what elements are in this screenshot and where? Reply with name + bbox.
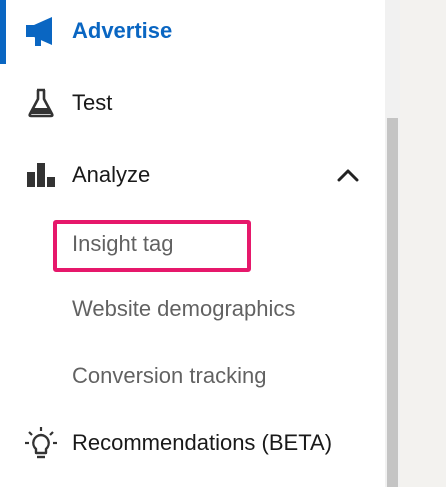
nav-label-analyze: Analyze — [72, 162, 151, 187]
chevron-up-icon[interactable] — [336, 163, 360, 187]
flask-icon — [24, 86, 58, 120]
nav-label-advertise: Advertise — [72, 18, 173, 43]
nav-label-test: Test — [72, 90, 113, 115]
subnav-item-website-demographics[interactable]: Website demographics — [0, 287, 385, 331]
app-frame: Advertise Test Analyze Insight tag Websi… — [0, 0, 446, 487]
subnav-label: Conversion tracking — [72, 363, 267, 388]
nav-label-recommendations: Recommendations (BETA) — [72, 430, 333, 455]
subnav-label: Website demographics — [72, 296, 296, 321]
lightbulb-icon — [24, 426, 58, 460]
nav-item-test[interactable]: Test — [0, 81, 385, 125]
nav-item-recommendations[interactable]: Recommendations (BETA) — [0, 421, 385, 465]
highlight-annotation — [53, 220, 251, 272]
megaphone-icon — [24, 14, 58, 48]
main-content-area — [400, 0, 446, 487]
sidebar-nav: Advertise Test Analyze Insight tag Websi… — [0, 0, 385, 487]
subnav-item-conversion-tracking[interactable]: Conversion tracking — [0, 354, 385, 398]
nav-item-analyze[interactable]: Analyze — [0, 153, 385, 197]
nav-item-advertise[interactable]: Advertise — [0, 9, 385, 53]
bar-chart-icon — [24, 158, 58, 192]
scrollbar-thumb[interactable] — [387, 118, 398, 487]
